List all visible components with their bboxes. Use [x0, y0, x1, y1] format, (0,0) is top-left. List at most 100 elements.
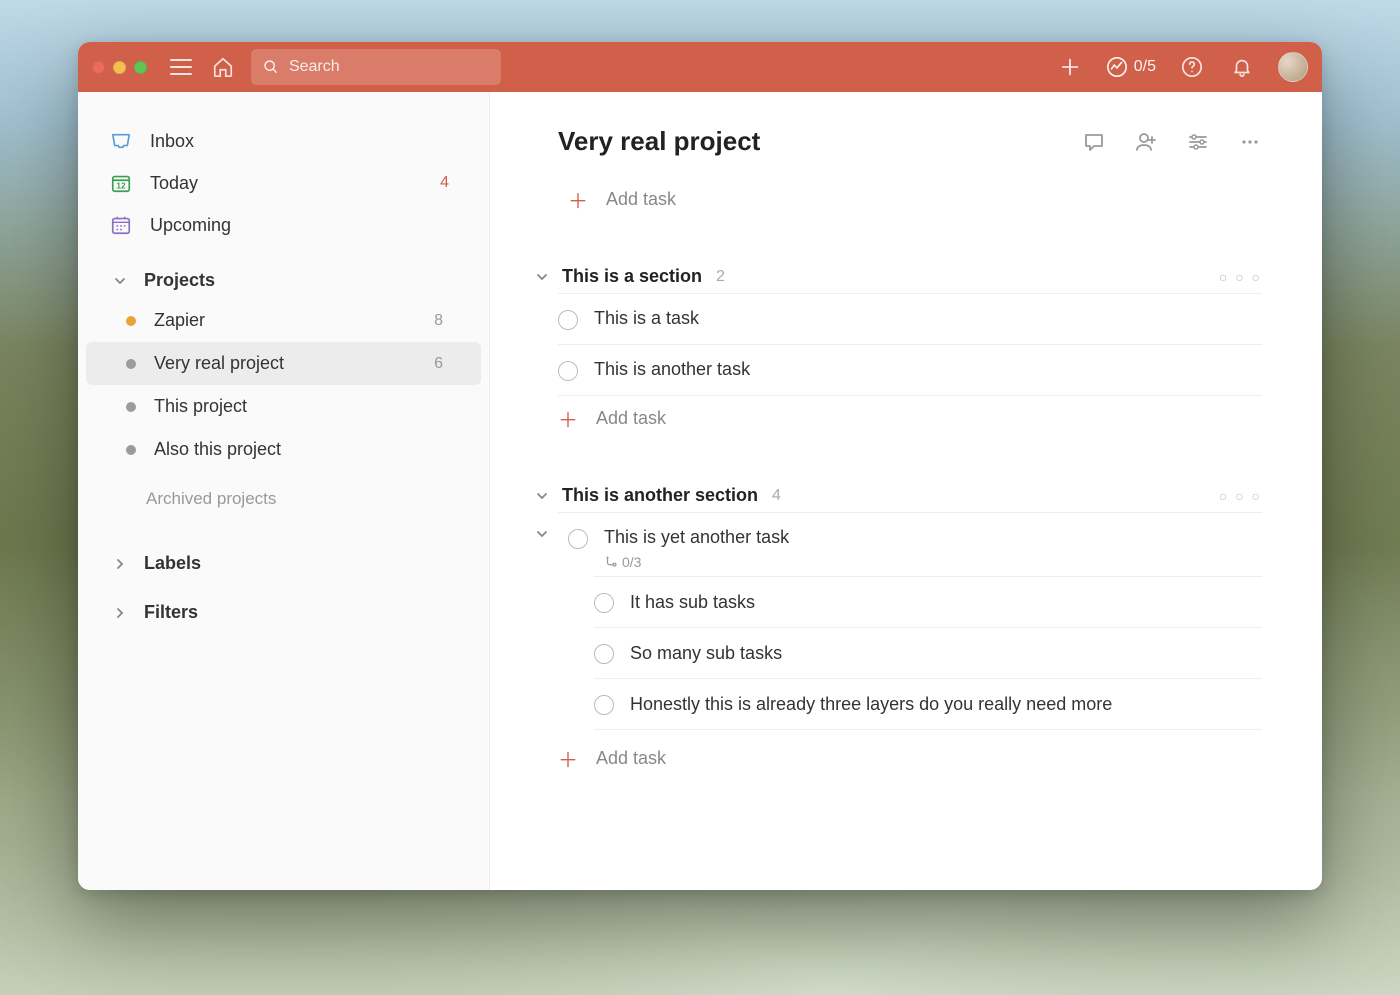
project-name: Also this project	[154, 439, 281, 460]
add-task-label: Add task	[596, 408, 666, 429]
add-task-section[interactable]: ＋ Add task	[558, 736, 1262, 781]
task-checkbox[interactable]	[594, 644, 614, 664]
section-collapse-button[interactable]	[532, 489, 552, 503]
home-icon	[212, 56, 234, 78]
comments-button[interactable]	[1082, 130, 1106, 154]
section-more-button[interactable]: ○ ○ ○	[1219, 269, 1262, 285]
project-item-zapier[interactable]: Zapier 8	[86, 299, 481, 342]
sidebar-item-upcoming[interactable]: Upcoming	[78, 204, 489, 246]
app-window: 0/5 Inbox 12 Today	[78, 42, 1322, 890]
user-avatar[interactable]	[1278, 52, 1308, 82]
help-icon	[1181, 56, 1203, 78]
filters-section[interactable]: Filters	[78, 588, 489, 637]
sliders-icon	[1186, 130, 1210, 154]
filters-label: Filters	[144, 602, 198, 623]
task-row[interactable]: This is a task	[558, 293, 1262, 345]
section-header: This is another section 4 ○ ○ ○	[558, 485, 1262, 512]
inbox-label: Inbox	[150, 131, 194, 152]
task-section: This is another section 4 ○ ○ ○ This is …	[558, 485, 1262, 781]
svg-text:12: 12	[116, 182, 126, 191]
chevron-down-icon	[535, 270, 549, 284]
home-button[interactable]	[209, 53, 237, 81]
project-name: Zapier	[154, 310, 205, 331]
task-checkbox[interactable]	[594, 593, 614, 613]
project-name: This project	[154, 396, 247, 417]
task-row[interactable]: This is another task	[558, 345, 1262, 396]
task-checkbox[interactable]	[568, 529, 588, 549]
titlebar: 0/5	[78, 42, 1322, 92]
add-task-top[interactable]: ＋ Add task	[558, 177, 1262, 222]
main-header: Very real project	[558, 126, 1262, 157]
section-count: 4	[772, 487, 781, 505]
share-button[interactable]	[1134, 130, 1158, 154]
today-icon: 12	[110, 172, 132, 194]
plus-icon: ＋	[568, 185, 588, 214]
subtask-label: So many sub tasks	[630, 643, 782, 664]
zoom-window-button[interactable]	[134, 61, 147, 74]
today-label: Today	[150, 173, 198, 194]
help-button[interactable]	[1178, 53, 1206, 81]
productivity-icon	[1106, 56, 1128, 78]
inbox-icon	[110, 130, 132, 152]
menu-toggle-button[interactable]	[167, 53, 195, 81]
search-box[interactable]	[251, 49, 501, 85]
more-icon	[1238, 130, 1262, 154]
task-checkbox[interactable]	[558, 310, 578, 330]
subtask-row[interactable]: It has sub tasks	[594, 576, 1262, 628]
main-actions	[1082, 130, 1262, 154]
labels-label: Labels	[144, 553, 201, 574]
section-title: This is another section	[562, 485, 758, 506]
subtask-row[interactable]: So many sub tasks	[594, 628, 1262, 679]
subtask-label: Honestly this is already three layers do…	[630, 694, 1112, 715]
close-window-button[interactable]	[92, 61, 105, 74]
productivity-count: 0/5	[1134, 58, 1156, 76]
plus-icon: ＋	[558, 744, 578, 773]
search-input[interactable]	[289, 58, 489, 76]
minimize-window-button[interactable]	[113, 61, 126, 74]
main-content: Very real project ＋	[490, 92, 1322, 890]
titlebar-right: 0/5	[1056, 52, 1308, 82]
subtask-meta: 0/3	[604, 554, 789, 570]
projects-header-label: Projects	[144, 270, 215, 291]
add-task-label: Add task	[606, 189, 676, 210]
task-section: This is a section 2 ○ ○ ○ This is a task…	[558, 266, 1262, 441]
subtask-row[interactable]: Honestly this is already three layers do…	[594, 679, 1262, 730]
chevron-right-icon	[110, 603, 130, 623]
project-color-dot	[126, 402, 136, 412]
upcoming-icon	[110, 214, 132, 236]
hamburger-icon	[170, 58, 192, 76]
project-name: Very real project	[154, 353, 284, 374]
task-label: This is another task	[594, 359, 750, 380]
chevron-down-icon	[110, 271, 130, 291]
chevron-right-icon	[110, 554, 130, 574]
section-collapse-button[interactable]	[532, 270, 552, 284]
sidebar-item-today[interactable]: 12 Today 4	[78, 162, 489, 204]
project-item-this-project[interactable]: This project	[86, 385, 481, 428]
archived-projects-link[interactable]: Archived projects	[78, 471, 489, 509]
subtask-progress: 0/3	[622, 554, 641, 570]
sidebar-item-inbox[interactable]: Inbox	[78, 120, 489, 162]
project-item-also-this-project[interactable]: Also this project	[86, 428, 481, 471]
today-count: 4	[440, 174, 457, 192]
task-checkbox[interactable]	[594, 695, 614, 715]
plus-icon: ＋	[558, 404, 578, 433]
notifications-button[interactable]	[1228, 53, 1256, 81]
view-options-button[interactable]	[1186, 130, 1210, 154]
section-more-button[interactable]: ○ ○ ○	[1219, 488, 1262, 504]
section-title: This is a section	[562, 266, 702, 287]
task-checkbox[interactable]	[558, 361, 578, 381]
labels-section[interactable]: Labels	[78, 539, 489, 588]
upcoming-label: Upcoming	[150, 215, 231, 236]
quick-add-button[interactable]	[1056, 53, 1084, 81]
task-expand-button[interactable]	[532, 527, 552, 541]
productivity-button[interactable]: 0/5	[1106, 56, 1156, 78]
projects-header[interactable]: Projects	[78, 246, 489, 299]
chevron-down-icon	[535, 489, 549, 503]
more-options-button[interactable]	[1238, 130, 1262, 154]
add-task-section[interactable]: ＋ Add task	[558, 396, 1262, 441]
chevron-down-icon	[535, 527, 549, 541]
task-row[interactable]: This is yet another task 0/3	[558, 512, 1262, 576]
project-color-dot	[126, 445, 136, 455]
project-item-very-real-project[interactable]: Very real project 6	[86, 342, 481, 385]
subtask-list: It has sub tasks So many sub tasks Hones…	[594, 576, 1262, 730]
